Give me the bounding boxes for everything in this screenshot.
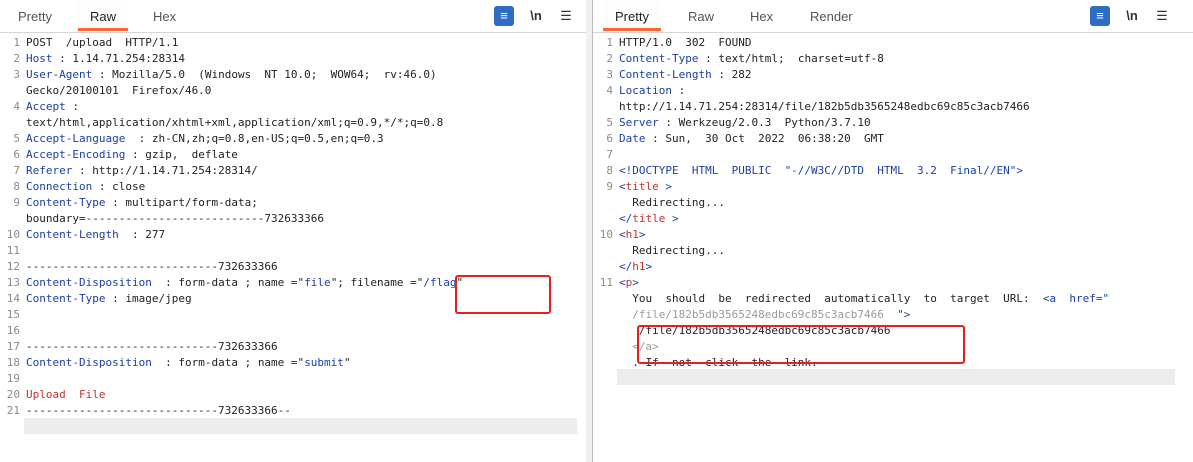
html-href-value: /file/182b5db3565248edbc69c85c3acb7466 "… — [619, 308, 911, 321]
header-continuation: text/html,application/xhtml+xml,applicat… — [26, 116, 444, 129]
annotation-box-filename — [455, 275, 551, 314]
newline-toggle[interactable]: \n — [1122, 6, 1142, 26]
header-content-type: Content-Type : multipart/form-data; — [26, 196, 258, 209]
newline-toggle[interactable]: \n — [526, 6, 546, 26]
header-date: Date : Sun, 30 Oct 2022 06:38:20 GMT — [619, 132, 884, 145]
wrap-lines-icon[interactable]: ≡ — [494, 6, 514, 26]
response-toolbar: ≡ \n ☰ — [1090, 6, 1180, 26]
html-text: Redirecting... — [619, 196, 725, 209]
tab-render[interactable]: Render — [798, 0, 865, 31]
html-text: Redirecting... — [619, 244, 725, 257]
header-content-type: Content-Type : text/html; charset=utf-8 — [619, 52, 884, 65]
html-tag-p-open: <p> — [619, 276, 639, 289]
header-accept-language: Accept-Language : zh-CN,zh;q=0.8,en-US;q… — [26, 132, 384, 145]
part-content-disposition: Content-Disposition : form-data ; name =… — [26, 276, 464, 289]
tab-raw[interactable]: Raw — [676, 0, 726, 31]
header-referer: Referer : http://1.14.71.254:28314/ — [26, 164, 258, 177]
request-panel: Pretty Raw Hex ≡ \n ☰ 1 POST /upload HTTP… — [0, 0, 587, 462]
html-tag-title-open: <title > — [619, 180, 672, 193]
request-tabbar: Pretty Raw Hex ≡ \n ☰ — [0, 0, 586, 33]
part-body-value: Upload File — [26, 388, 106, 401]
tab-hex[interactable]: Hex — [141, 0, 188, 31]
part-content-disposition: Content-Disposition : form-data ; name =… — [26, 356, 351, 369]
tab-pretty[interactable]: Pretty — [603, 0, 661, 31]
header-accept: Accept : — [26, 100, 79, 113]
response-tabbar: Pretty Raw Hex Render ≡ \n ☰ — [593, 0, 1193, 33]
header-accept-encoding: Accept-Encoding : gzip, deflate — [26, 148, 238, 161]
tab-hex[interactable]: Hex — [738, 0, 785, 31]
html-tag-h1-open: <h1> — [619, 228, 646, 241]
header-user-agent: User-Agent : Mozilla/5.0 (Windows NT 10.… — [26, 68, 437, 81]
request-line: POST /upload HTTP/1.1 — [26, 36, 179, 49]
multipart-boundary-end: -----------------------------732633366-- — [26, 404, 291, 417]
menu-icon[interactable]: ☰ — [556, 6, 576, 26]
html-tag-h1-close: </h1> — [619, 260, 653, 273]
header-content-length: Content-Length : 282 — [619, 68, 752, 81]
request-toolbar: ≡ \n ☰ — [494, 6, 584, 26]
tab-raw[interactable]: Raw — [78, 0, 129, 31]
wrap-lines-icon[interactable]: ≡ — [1090, 6, 1110, 26]
response-panel: Pretty Raw Hex Render ≡ \n ☰ 1 HTTP/1.0 3… — [592, 0, 1193, 462]
header-continuation: boundary=---------------------------7326… — [26, 212, 325, 225]
header-connection: Connection : close — [26, 180, 146, 193]
header-continuation: http://1.14.71.254:28314/file/182b5db356… — [619, 100, 1030, 113]
header-content-length: Content-Length : 277 — [26, 228, 166, 241]
caret-line-highlight — [617, 369, 1175, 385]
header-location: Location : — [619, 84, 686, 97]
status-line: HTTP/1.0 302 FOUND — [619, 36, 752, 49]
annotation-box-redirect-path — [637, 325, 965, 364]
tab-pretty[interactable]: Pretty — [6, 0, 64, 31]
html-doctype: <!DOCTYPE HTML PUBLIC "-//W3C//DTD HTML … — [619, 164, 1023, 177]
html-tag-title-close: </title > — [619, 212, 679, 225]
http-message-viewer: Pretty Raw Hex ≡ \n ☰ 1 POST /upload HTTP… — [0, 0, 1193, 462]
menu-icon[interactable]: ☰ — [1152, 6, 1172, 26]
html-text: You should be redirected automatically t… — [619, 292, 1110, 305]
header-server: Server : Werkzeug/2.0.3 Python/3.7.10 — [619, 116, 871, 129]
caret-line-highlight — [24, 418, 577, 434]
multipart-boundary: -----------------------------732633366 — [26, 340, 278, 353]
part-content-type: Content-Type : image/jpeg — [26, 292, 192, 305]
header-host: Host : 1.14.71.254:28314 — [26, 52, 185, 65]
multipart-boundary: -----------------------------732633366 — [26, 260, 278, 273]
header-continuation: Gecko/20100101 Firefox/46.0 — [26, 84, 212, 97]
